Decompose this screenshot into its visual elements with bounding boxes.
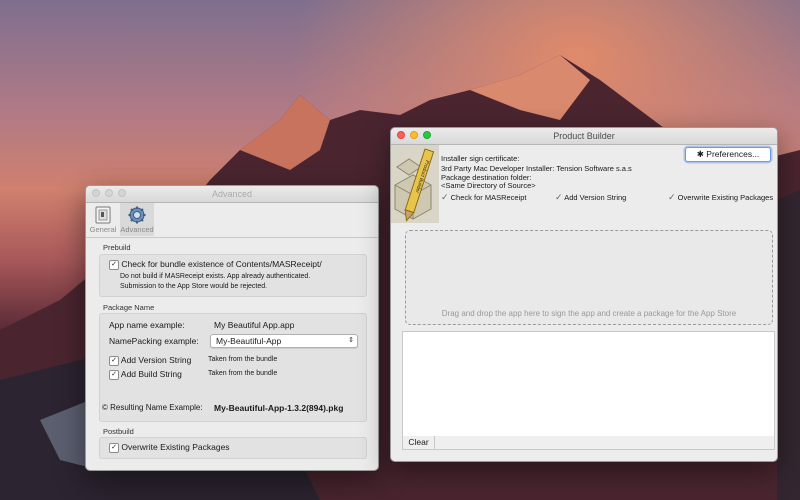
general-switch-icon: [95, 206, 111, 224]
preferences-label: Preferences...: [706, 149, 760, 159]
app-drop-zone[interactable]: Drag and drop the app here to sign the a…: [405, 230, 773, 325]
checkmark-icon: ✓: [555, 192, 563, 202]
postbuild-section-label: Postbuild: [103, 427, 134, 436]
close-button[interactable]: [397, 131, 405, 139]
overwrite-checkbox-row[interactable]: ✓ Overwrite Existing Packages: [109, 442, 230, 453]
option-masreceipt: ✓ Check for MASReceipt: [441, 192, 527, 203]
clear-button[interactable]: Clear: [403, 436, 435, 449]
tab-general[interactable]: General: [86, 203, 120, 236]
add-version-checkbox[interactable]: ✓: [109, 355, 119, 366]
zoom-button[interactable]: [423, 131, 431, 139]
product-builder-app-icon: Product Builder: [391, 145, 439, 223]
add-version-note: Taken from the bundle: [208, 356, 278, 363]
preferences-button[interactable]: ✱ Preferences...: [685, 147, 771, 162]
prebuild-description-2: Submission to the App Store would be rej…: [120, 283, 268, 290]
zoom-button[interactable]: [118, 189, 126, 197]
log-footer: Clear: [402, 436, 775, 450]
add-build-label: Add Build String: [120, 369, 182, 379]
check-bundle-checkbox[interactable]: ✓: [109, 259, 119, 270]
name-packing-label: NamePacking example:: [109, 336, 199, 346]
advanced-window-titlebar[interactable]: Advanced: [86, 186, 378, 203]
option-overwrite-label: Overwrite Existing Packages: [677, 193, 774, 202]
add-version-label: Add Version String: [120, 355, 192, 365]
prebuild-description-1: Do not build if MASReceipt exists. App a…: [120, 273, 311, 280]
name-packing-popup[interactable]: My-Beautiful-App ⇕: [210, 334, 358, 348]
add-version-checkbox-row[interactable]: ✓ Add Version String: [109, 355, 191, 366]
tab-general-label: General: [89, 225, 117, 234]
advanced-preferences-window: Advanced General Advanced Prebuild ✓ Che…: [85, 185, 379, 471]
add-build-checkbox-row[interactable]: ✓ Add Build String: [109, 369, 182, 380]
check-bundle-label: Check for bundle existence of Contents/M…: [121, 259, 322, 269]
resulting-name-label: © Resulting Name Example:: [102, 403, 203, 412]
checkmark-icon: ✓: [441, 192, 449, 202]
checkmark-icon: ✓: [668, 192, 676, 202]
option-masreceipt-label: Check for MASReceipt: [450, 193, 527, 202]
product-builder-title: Product Builder: [553, 131, 615, 141]
drop-zone-hint: Drag and drop the app here to sign the a…: [441, 309, 737, 318]
cert-label: Installer sign certificate:: [441, 154, 520, 163]
app-name-value: My Beautiful App.app: [214, 320, 295, 330]
prebuild-box: ✓ Check for bundle existence of Contents…: [99, 254, 367, 297]
advanced-window-title: Advanced: [211, 189, 253, 199]
prebuild-section-label: Prebuild: [103, 243, 131, 252]
gear-icon: ✱: [696, 149, 704, 159]
tab-advanced-label: Advanced: [120, 225, 154, 234]
minimize-button[interactable]: [410, 131, 418, 139]
app-name-label: App name example:: [109, 320, 185, 330]
gear-icon: [128, 206, 146, 224]
overwrite-label: Overwrite Existing Packages: [121, 442, 230, 452]
add-build-checkbox[interactable]: ✓: [109, 369, 119, 380]
resulting-name-value: My-Beautiful-App-1.3.2(894).pkg: [214, 403, 344, 413]
postbuild-box: ✓ Overwrite Existing Packages: [99, 437, 367, 459]
tab-advanced[interactable]: Advanced: [120, 203, 154, 236]
option-version-label: Add Version String: [564, 193, 627, 202]
overwrite-checkbox[interactable]: ✓: [109, 442, 119, 453]
minimize-button[interactable]: [105, 189, 113, 197]
name-packing-value: My-Beautiful-App: [216, 336, 282, 346]
product-builder-titlebar[interactable]: Product Builder: [391, 128, 777, 145]
option-version: ✓ Add Version String: [555, 192, 626, 203]
cert-value: 3rd Party Mac Developer Installer: Tensi…: [441, 164, 632, 173]
package-name-section-label: Package Name: [103, 303, 155, 312]
popup-arrows-icon: ⇕: [348, 337, 354, 344]
add-build-note: Taken from the bundle: [208, 370, 278, 377]
check-bundle-checkbox-row[interactable]: ✓ Check for bundle existence of Contents…: [109, 259, 322, 270]
close-button[interactable]: [92, 189, 100, 197]
preferences-toolbar: General Advanced: [86, 203, 378, 238]
package-name-box: App name example: My Beautiful App.app N…: [99, 313, 367, 422]
option-overwrite: ✓ Overwrite Existing Packages: [668, 192, 773, 203]
output-log[interactable]: [402, 331, 775, 438]
dest-value: <Same Directory of Source>: [441, 181, 536, 190]
product-builder-window: Product Builder Product Builder Installe…: [390, 127, 778, 462]
